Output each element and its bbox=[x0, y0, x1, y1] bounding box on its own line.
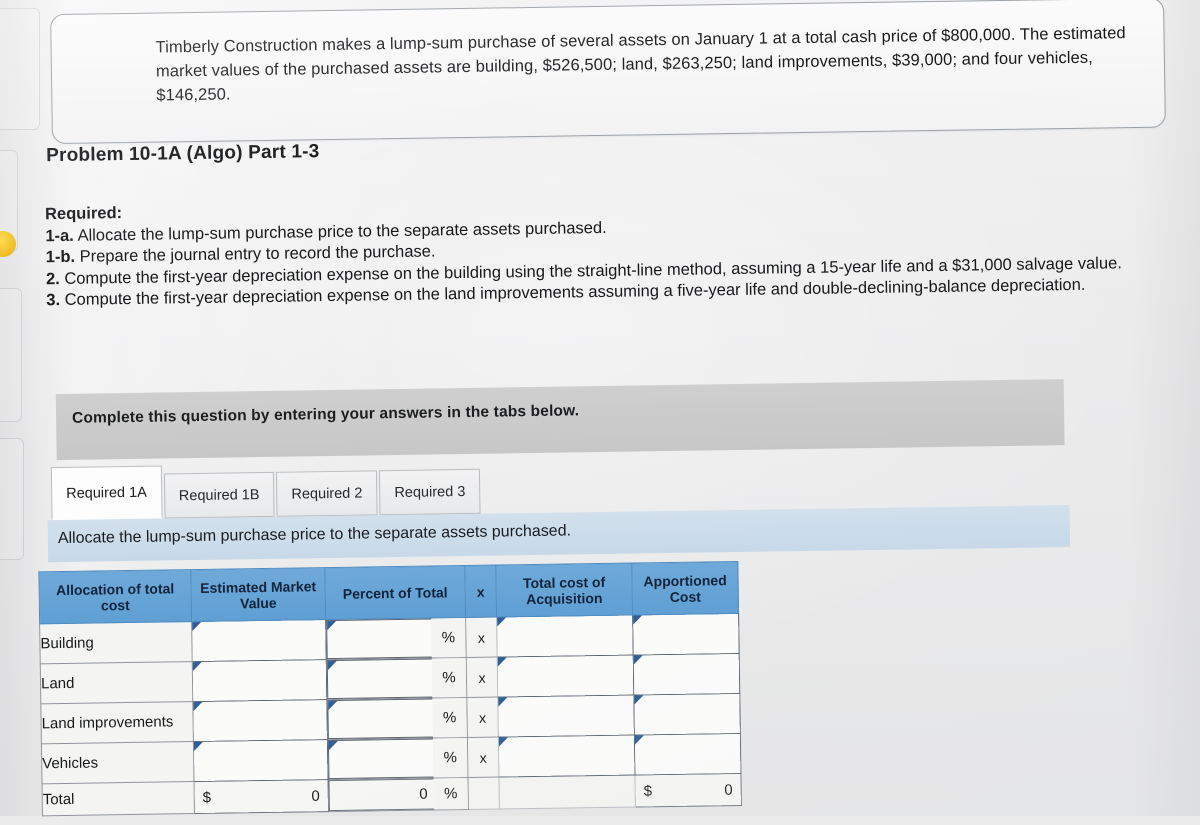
input-building-total-cost[interactable] bbox=[496, 615, 634, 658]
problem-statement-box: Timberly Construction makes a lump-sum p… bbox=[50, 0, 1166, 145]
input-land-market-value[interactable] bbox=[192, 659, 327, 702]
cell-land-improvements-percent: % bbox=[326, 697, 468, 740]
total-total-cost-cell bbox=[498, 775, 636, 810]
percent-sign-land-improvements: % bbox=[432, 698, 467, 738]
header-allocation-of-total-cost: Allocation of total cost bbox=[38, 569, 192, 624]
value-building-market-value bbox=[192, 640, 325, 642]
input-building-percent[interactable] bbox=[326, 618, 432, 660]
value-building-apportioned-cost bbox=[633, 633, 738, 635]
total-market-value-cell: $ 0 bbox=[193, 779, 329, 814]
required-section: Required: 1-a. Allocate the lump-sum pur… bbox=[45, 188, 1156, 312]
row-label-land-improvements: Land improvements bbox=[40, 701, 194, 744]
input-land-percent[interactable] bbox=[326, 658, 433, 700]
percent-sign-building: % bbox=[431, 618, 466, 658]
header-apportioned-cost: Apportioned Cost bbox=[631, 561, 739, 616]
required-item-1b-label: 1-b. bbox=[45, 247, 76, 267]
row-label-vehicles: Vehicles bbox=[41, 741, 194, 784]
required-item-1a-label: 1-a. bbox=[45, 226, 74, 245]
total-times-cell bbox=[467, 777, 500, 810]
task-instruction-text: Allocate the lump-sum purchase price to … bbox=[57, 522, 572, 548]
input-vehicles-market-value[interactable] bbox=[193, 739, 328, 782]
input-land-apportioned-cost[interactable] bbox=[633, 653, 740, 696]
problem-statement-text: Timberly Construction makes a lump-sum p… bbox=[155, 24, 1126, 105]
times-symbol-land-improvements: x bbox=[466, 697, 499, 738]
page-title: Problem 10-1A (Algo) Part 1-3 bbox=[46, 141, 320, 167]
complete-question-bar: Complete this question by entering your … bbox=[55, 379, 1065, 461]
row-label-total: Total bbox=[42, 781, 195, 816]
percent-sign-total: % bbox=[433, 778, 468, 810]
row-label-building: Building bbox=[39, 621, 193, 664]
value-land-market-value bbox=[193, 680, 326, 682]
input-land-total-cost[interactable] bbox=[497, 655, 634, 698]
allocation-table: Allocation of total cost Estimated Marke… bbox=[38, 560, 742, 817]
percent-sign-land: % bbox=[431, 658, 467, 698]
row-label-land: Land bbox=[40, 661, 193, 704]
value-land-improvements-total-cost bbox=[499, 715, 634, 717]
value-vehicles-total-cost bbox=[499, 755, 634, 757]
required-item-3-label: 3. bbox=[46, 290, 61, 310]
input-building-market-value[interactable] bbox=[191, 619, 327, 662]
value-vehicles-market-value bbox=[194, 760, 327, 762]
header-estimated-market-value: Estimated Market Value bbox=[190, 567, 326, 622]
total-apportioned-amount: 0 bbox=[724, 781, 733, 799]
value-land-total-cost bbox=[498, 675, 633, 677]
value-vehicles-apportioned-cost bbox=[635, 753, 740, 755]
required-item-2-label: 2. bbox=[45, 269, 60, 288]
input-vehicles-percent[interactable] bbox=[327, 738, 434, 780]
value-land-improvements-market-value bbox=[194, 720, 327, 722]
header-total-cost-of-acquisition: Total cost of Acquisition bbox=[495, 563, 633, 618]
times-symbol-land: x bbox=[466, 657, 498, 698]
total-market-value-currency: $ bbox=[202, 788, 212, 806]
input-land-improvements-total-cost[interactable] bbox=[497, 695, 635, 738]
header-percent-of-total: Percent of Total bbox=[324, 565, 466, 620]
value-land-apportioned-cost bbox=[634, 673, 739, 675]
percent-sign-vehicles: % bbox=[432, 738, 468, 778]
total-apportioned-currency: $ bbox=[643, 782, 653, 800]
total-percent-cell: 0 % bbox=[327, 777, 469, 812]
input-building-apportioned-cost[interactable] bbox=[632, 613, 740, 656]
input-vehicles-total-cost[interactable] bbox=[498, 735, 635, 778]
header-times-symbol: x bbox=[464, 565, 497, 618]
times-symbol-vehicles: x bbox=[467, 737, 499, 778]
times-symbol-building: x bbox=[465, 617, 498, 658]
total-market-value-amount: 0 bbox=[311, 787, 320, 805]
input-vehicles-apportioned-cost[interactable] bbox=[634, 733, 741, 776]
input-land-improvements-percent[interactable] bbox=[327, 698, 433, 740]
cell-vehicles-percent: % bbox=[327, 737, 468, 780]
tab-required-3[interactable]: Required 3 bbox=[379, 468, 481, 516]
tab-required-1b[interactable]: Required 1B bbox=[163, 471, 275, 519]
value-land-improvements-apportioned-cost bbox=[635, 713, 740, 715]
total-percent-value: 0 bbox=[328, 778, 434, 812]
cell-building-percent: % bbox=[325, 617, 467, 660]
tab-required-2[interactable]: Required 2 bbox=[276, 470, 378, 517]
value-building-total-cost bbox=[497, 635, 632, 637]
total-apportioned-cost-cell: $ 0 bbox=[634, 773, 742, 808]
input-land-improvements-apportioned-cost[interactable] bbox=[633, 693, 741, 736]
cell-land-percent: % bbox=[326, 657, 467, 700]
complete-question-text: Complete this question by entering your … bbox=[71, 402, 580, 427]
tab-required-1a[interactable]: Required 1A bbox=[50, 465, 163, 521]
input-land-improvements-market-value[interactable] bbox=[192, 699, 328, 742]
tab-strip: Required 1A Required 1B Required 2 Requi… bbox=[50, 461, 483, 521]
required-item-1b-text: Prepare the journal entry to record the … bbox=[79, 242, 436, 266]
